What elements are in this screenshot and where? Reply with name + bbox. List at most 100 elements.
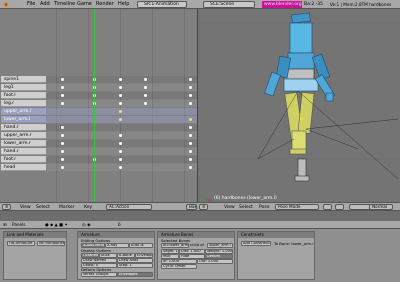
keyframe-dot[interactable] bbox=[118, 86, 122, 89]
channel-label[interactable]: hand.l bbox=[1, 124, 46, 131]
keyframe-dot[interactable] bbox=[118, 150, 122, 153]
keyframe-dot[interactable] bbox=[188, 158, 192, 161]
channel-row[interactable] bbox=[46, 132, 197, 139]
menu-key[interactable]: Key bbox=[84, 204, 92, 211]
menu-view[interactable]: View bbox=[224, 204, 235, 211]
channel-row[interactable] bbox=[46, 124, 197, 131]
menu-help[interactable]: Help bbox=[118, 1, 129, 8]
shading-selector[interactable] bbox=[323, 204, 332, 210]
keyframe-dot[interactable] bbox=[60, 158, 64, 161]
keyframe-dot[interactable] bbox=[188, 78, 192, 81]
channel-label[interactable]: upper_arm.r bbox=[1, 132, 46, 139]
keyframe-dot[interactable] bbox=[60, 166, 64, 169]
x-ray-button[interactable]: X-Ray bbox=[105, 243, 129, 248]
keyframe-dot[interactable] bbox=[118, 158, 122, 161]
add-constraint-button[interactable]: Add Constraint bbox=[241, 241, 271, 246]
keyframe-dot[interactable] bbox=[60, 78, 64, 81]
keyframe-dot[interactable] bbox=[118, 118, 122, 121]
keyframe-dot[interactable] bbox=[60, 94, 64, 97]
keyframe-dot[interactable] bbox=[188, 126, 192, 129]
x-axis-mirror-button[interactable]: X-Axis Mirror bbox=[81, 243, 105, 248]
keyframe-dot[interactable] bbox=[188, 94, 192, 97]
channel-row[interactable] bbox=[46, 148, 197, 155]
editor-type-button[interactable]: ⊞ bbox=[3, 222, 7, 228]
frame-field[interactable]: 6 bbox=[118, 222, 121, 228]
keyframe-dot[interactable] bbox=[188, 166, 192, 169]
keyframe-dot[interactable] bbox=[60, 142, 64, 145]
keyframe-dot[interactable] bbox=[60, 126, 64, 129]
keyframe-dot[interactable] bbox=[188, 142, 192, 145]
action-editor[interactable]: spine1 leg1 foot.l leg.r upper_arm.l lower_ar… bbox=[0, 9, 197, 210]
menu-timeline[interactable]: Timeline bbox=[54, 1, 75, 8]
screen-selector[interactable]: SR:1-Animation bbox=[137, 1, 187, 8]
channel-row[interactable] bbox=[46, 76, 197, 83]
menu-pose[interactable]: Pose bbox=[259, 204, 269, 211]
keyframe-dot[interactable] bbox=[60, 102, 64, 105]
current-frame-cursor[interactable] bbox=[94, 9, 96, 202]
keyframe-dot[interactable] bbox=[188, 150, 192, 153]
keyframe-dot[interactable] bbox=[118, 134, 122, 137]
channel-row[interactable] bbox=[46, 100, 197, 107]
channel-row[interactable] bbox=[46, 164, 197, 171]
channel-label[interactable]: hand.r bbox=[1, 148, 46, 155]
menu-marker[interactable]: Marker bbox=[59, 204, 75, 211]
keyframe-dot[interactable] bbox=[60, 134, 64, 137]
channel-label[interactable]: lower_arm.l bbox=[1, 116, 46, 123]
channel-label[interactable]: spine1 bbox=[1, 76, 46, 83]
channel-label[interactable]: head bbox=[1, 164, 46, 171]
menu-select[interactable]: Select bbox=[239, 204, 253, 211]
menu-add[interactable]: Add bbox=[40, 1, 50, 8]
menu-render[interactable]: Render bbox=[96, 1, 114, 8]
keyframe-dot[interactable] bbox=[118, 166, 122, 169]
channel-label[interactable]: leg1 bbox=[1, 84, 46, 91]
3d-viewport[interactable]: (6) hardbones (lower_arm.l) bbox=[197, 9, 400, 210]
bake-button[interactable]: Bake bbox=[186, 204, 197, 210]
channel-row[interactable] bbox=[46, 116, 197, 123]
keyframe-dot[interactable] bbox=[60, 86, 64, 89]
menu-file[interactable]: File bbox=[27, 1, 35, 8]
channel-label[interactable]: foot.r bbox=[1, 156, 46, 163]
parent-bone-field[interactable]: upper_arm.l bbox=[207, 243, 233, 248]
channel-label[interactable]: upper_arm.l bbox=[1, 108, 46, 115]
keyframe-dot[interactable] bbox=[188, 134, 192, 137]
panels-menu[interactable]: Panels bbox=[12, 222, 25, 228]
blender-url[interactable]: www.blender.org 24 bbox=[262, 1, 302, 8]
keyframe-dot[interactable] bbox=[188, 118, 192, 121]
keyframe-dot[interactable] bbox=[118, 94, 122, 97]
keyframe-dot[interactable] bbox=[118, 110, 122, 113]
menu-view[interactable]: View bbox=[20, 204, 31, 211]
bone-name-field[interactable]: BO:lower_arm.l bbox=[161, 243, 189, 248]
cyclic-offset-button[interactable]: Cyclic Offset bbox=[161, 264, 197, 269]
envelopes-button[interactable]: Envelopes bbox=[117, 272, 153, 277]
action-selector[interactable]: AC:Action bbox=[106, 204, 152, 210]
transform-orientation[interactable]: Normal bbox=[369, 204, 393, 210]
mesh-name-field[interactable]: ME:hardbones bbox=[37, 241, 65, 246]
editor-type-button[interactable]: ≡ bbox=[199, 204, 208, 210]
editor-type-button[interactable]: ≡ bbox=[2, 204, 11, 210]
keyframe-dot[interactable] bbox=[118, 78, 122, 81]
scene-selector[interactable]: SCE:Scene bbox=[203, 1, 255, 8]
out-field[interactable]: Out: 1.000 bbox=[197, 259, 233, 264]
channel-label[interactable]: leg.r bbox=[1, 100, 46, 107]
menu-game[interactable]: Game bbox=[77, 1, 92, 8]
step-field[interactable]: Step: 1 bbox=[117, 263, 153, 268]
keyframe-dot[interactable] bbox=[188, 102, 192, 105]
keyframe-dot[interactable] bbox=[118, 142, 122, 145]
object-name-field[interactable]: OB:Armature bbox=[7, 241, 35, 246]
layer-buttons[interactable] bbox=[349, 204, 371, 210]
channel-row[interactable] bbox=[46, 84, 197, 91]
pivot-selector[interactable] bbox=[335, 204, 344, 210]
blender-logo-icon[interactable] bbox=[2, 1, 10, 8]
context-icons[interactable]: ● ◆ ▲ ■ ✦ bbox=[45, 222, 68, 228]
channel-row[interactable] bbox=[46, 92, 197, 99]
menu-select[interactable]: Select bbox=[36, 204, 50, 211]
mode-selector[interactable]: Pose Mode bbox=[275, 204, 319, 210]
auto-ik-button[interactable]: Auto IK bbox=[129, 243, 153, 248]
channel-label[interactable]: lower_arm.r bbox=[1, 140, 46, 147]
keyframe-dot[interactable] bbox=[118, 102, 122, 105]
keyframe-grid[interactable] bbox=[46, 9, 197, 202]
context-icons[interactable]: ◎ ◉ bbox=[82, 222, 91, 228]
keyframe-dot[interactable] bbox=[188, 86, 192, 89]
channel-row[interactable] bbox=[46, 140, 197, 147]
channel-row[interactable] bbox=[46, 108, 197, 115]
